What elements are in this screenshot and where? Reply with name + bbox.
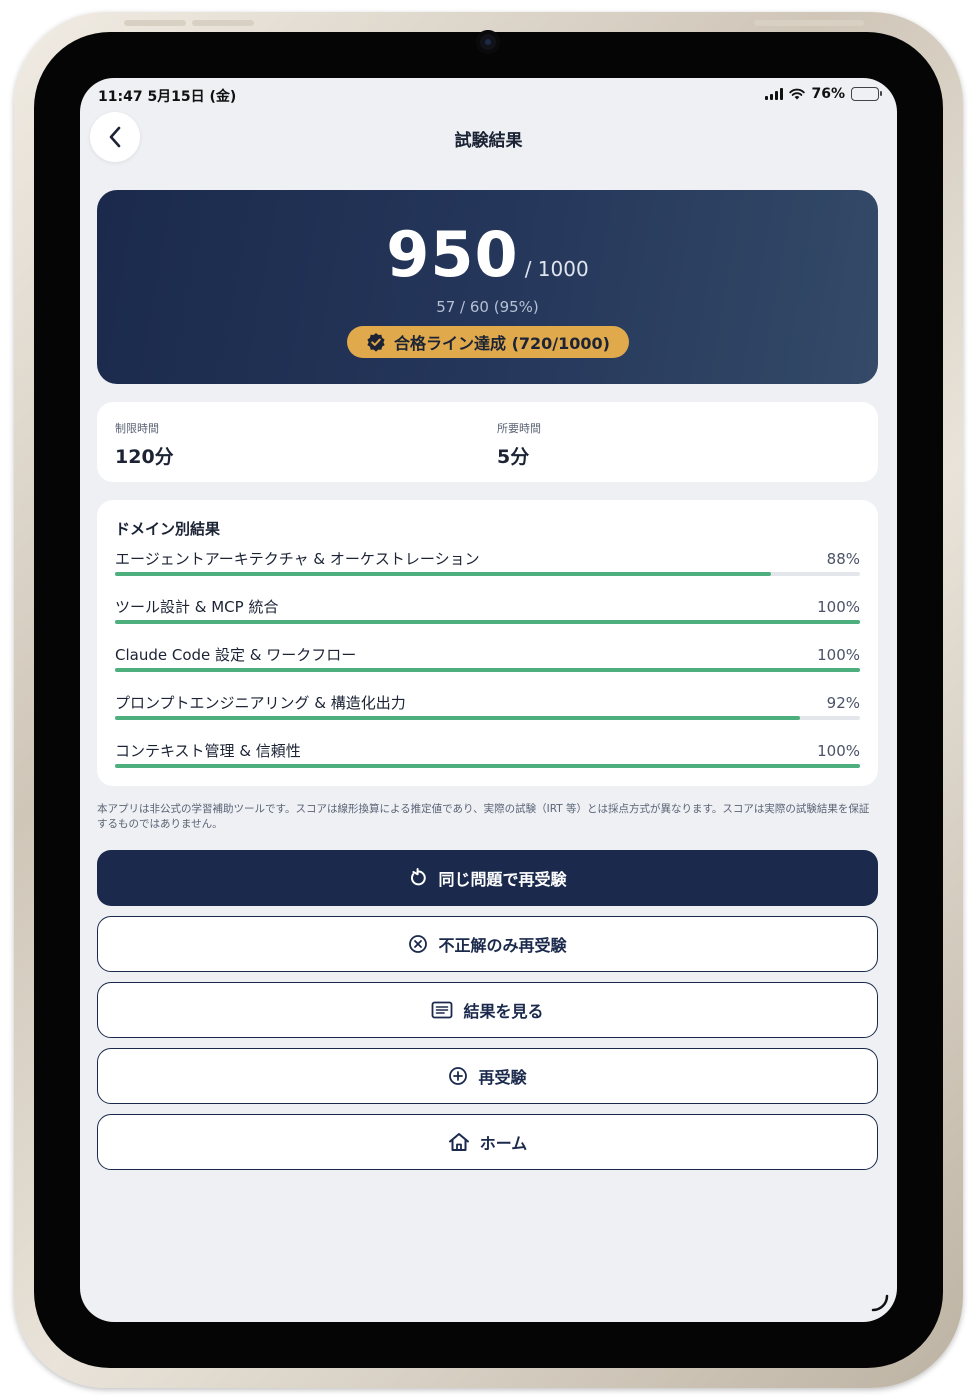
- domain-row: エージェントアーキテクチャ & オーケストレーション 88%: [115, 548, 860, 588]
- progress-fill: [115, 668, 860, 672]
- screen: 11:47 5月15日 (金) 76% 試験結果 950 / 1000 57 /…: [80, 78, 897, 1322]
- domain-results-card: ドメイン別結果 エージェントアーキテクチャ & オーケストレーション 88% ツ…: [97, 500, 878, 786]
- domain-row: ツール設計 & MCP 統合 100%: [115, 596, 860, 636]
- domain-name: エージェントアーキテクチャ & オーケストレーション: [115, 550, 480, 568]
- home-button[interactable]: ホーム: [97, 1114, 878, 1170]
- progress-fill: [115, 620, 860, 624]
- score-max: / 1000: [524, 257, 589, 281]
- power-button: [754, 20, 864, 26]
- wifi-icon: [789, 88, 806, 100]
- retake-label: 再受験: [478, 1068, 527, 1087]
- status-bar: 11:47 5月15日 (金) 76%: [98, 86, 882, 108]
- domain-percent: 88%: [826, 550, 860, 568]
- retry-same-label: 同じ問題で再受験: [438, 870, 567, 889]
- time-card: 制限時間 120分 所要時間 5分: [97, 402, 878, 482]
- progress-track: [115, 716, 860, 720]
- progress-track: [115, 668, 860, 672]
- home-label: ホーム: [479, 1134, 528, 1153]
- retry-incorrect-label: 不正解のみ再受験: [438, 936, 567, 955]
- domain-name: Claude Code 設定 & ワークフロー: [115, 646, 357, 664]
- cellular-signal-icon: [765, 88, 784, 100]
- domain-name: ツール設計 & MCP 統合: [115, 598, 279, 616]
- top-button: [192, 20, 254, 26]
- page-title: 試験結果: [454, 131, 523, 151]
- retry-icon: [411, 868, 427, 886]
- score-card: 950 / 1000 57 / 60 (95%) 合格ライン達成 (720/10…: [97, 190, 878, 384]
- domain-row: コンテキスト管理 & 信頼性 100%: [115, 740, 860, 780]
- pass-badge-label: 合格ライン達成 (720/1000): [394, 334, 610, 353]
- top-button: [124, 20, 186, 26]
- domain-name: プロンプトエンジニアリング & 構造化出力: [115, 694, 406, 712]
- plus-circle-icon: [449, 1067, 468, 1085]
- domain-results-title: ドメイン別結果: [115, 520, 221, 538]
- progress-fill: [115, 716, 801, 720]
- time-limit-value: 120分: [115, 446, 174, 468]
- progress-track: [115, 764, 860, 768]
- domain-percent: 92%: [826, 694, 860, 712]
- retry-incorrect-button[interactable]: 不正解のみ再受験: [97, 916, 878, 972]
- retry-same-button[interactable]: 同じ問題で再受験: [97, 850, 878, 906]
- time-limit: 制限時間 120分: [115, 420, 174, 469]
- scroll-indicator: [871, 1294, 889, 1312]
- time-limit-label: 制限時間: [115, 422, 159, 435]
- retake-button[interactable]: 再受験: [97, 1048, 878, 1104]
- view-results-button[interactable]: 結果を見る: [97, 982, 878, 1038]
- score-value: 950: [386, 218, 519, 291]
- domain-percent: 100%: [817, 598, 860, 616]
- domain-row: Claude Code 設定 & ワークフロー 100%: [115, 644, 860, 684]
- progress-track: [115, 572, 860, 576]
- time-used-value: 5分: [497, 446, 530, 468]
- home-icon: [448, 1133, 469, 1151]
- front-camera: [476, 30, 500, 54]
- domain-percent: 100%: [817, 646, 860, 664]
- battery-icon: [851, 87, 882, 101]
- battery-percent: 76%: [811, 86, 845, 102]
- pass-badge: 合格ライン達成 (720/1000): [347, 326, 629, 358]
- domain-row: プロンプトエンジニアリング & 構造化出力 92%: [115, 692, 860, 732]
- score-detail: 57 / 60 (95%): [436, 298, 539, 316]
- domain-name: コンテキスト管理 & 信頼性: [115, 742, 301, 760]
- list-document-icon: [432, 1001, 453, 1019]
- progress-fill: [115, 764, 860, 768]
- status-time-date: 11:47 5月15日 (金): [98, 89, 237, 105]
- disclaimer-text: 本アプリは非公式の学習補助ツールです。スコアは線形換算による推定値であり、実際の…: [97, 803, 870, 830]
- verified-check-icon: [367, 333, 385, 352]
- domain-percent: 100%: [817, 742, 860, 760]
- progress-fill: [115, 572, 771, 576]
- progress-track: [115, 620, 860, 624]
- view-results-label: 結果を見る: [463, 1002, 544, 1021]
- time-used: 所要時間 5分: [497, 420, 541, 469]
- x-circle-icon: [409, 935, 428, 953]
- time-used-label: 所要時間: [497, 422, 541, 435]
